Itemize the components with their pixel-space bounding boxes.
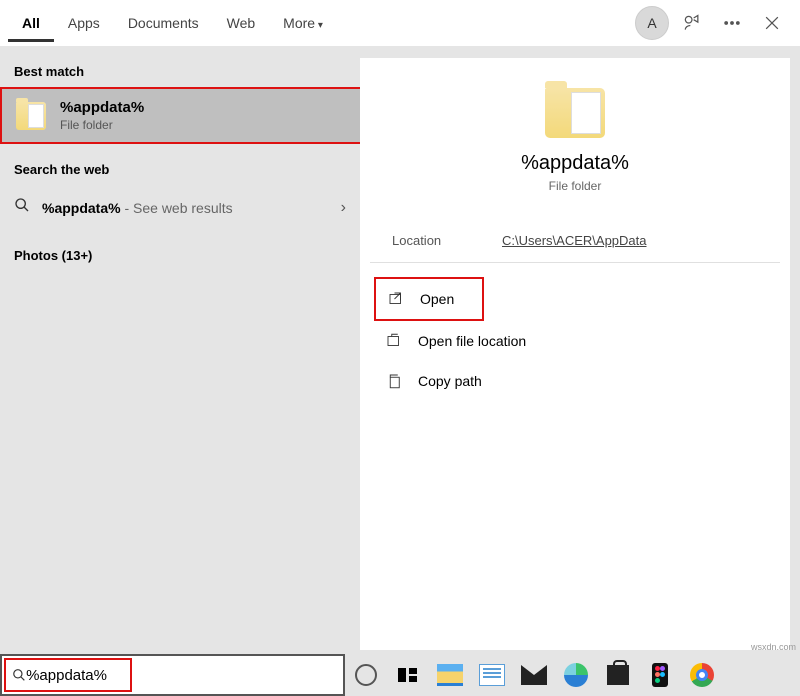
tab-more[interactable]: More [269,5,337,42]
file-explorer-icon[interactable] [435,660,465,690]
location-label: Location [392,233,502,248]
result-subtitle: File folder [60,118,144,132]
taskbar [345,654,800,696]
search-bar[interactable] [0,654,345,696]
best-match-result[interactable]: %appdata% File folder [0,87,360,144]
folder-icon-large [545,88,605,138]
search-icon [14,197,30,218]
web-query: %appdata% [42,200,121,216]
copy-icon [384,371,404,391]
open-icon [386,289,406,309]
location-icon [384,331,404,351]
location-path[interactable]: C:\Users\ACER\AppData [502,233,647,248]
open-file-location-action[interactable]: Open file location [374,321,776,361]
task-view-icon[interactable] [393,660,423,690]
photos-heading[interactable]: Photos (13+) [0,230,360,271]
best-match-heading: Best match [0,46,360,87]
tab-apps[interactable]: Apps [54,5,114,42]
folder-icon [16,102,46,130]
tab-all[interactable]: All [8,5,54,42]
web-suffix: - See web results [121,200,233,216]
result-title: %appdata% [60,99,144,116]
search-icon [12,667,26,683]
tab-web[interactable]: Web [213,5,270,42]
tab-documents[interactable]: Documents [114,5,213,42]
more-options-icon[interactable] [714,5,750,41]
feedback-icon[interactable] [674,5,710,41]
close-icon[interactable] [754,5,790,41]
detail-title: %appdata% [360,152,790,175]
cortana-icon[interactable] [351,660,381,690]
copy-path-action[interactable]: Copy path [374,361,776,401]
user-avatar[interactable]: A [634,5,670,41]
web-search-result[interactable]: %appdata% - See web results › [0,185,360,230]
copy-path-label: Copy path [418,373,482,389]
figma-icon[interactable] [645,660,675,690]
store-icon[interactable] [603,660,633,690]
watermark: wsxdn.com [751,642,796,652]
edge-icon[interactable] [561,660,591,690]
open-label: Open [420,291,454,307]
detail-panel: %appdata% File folder Location C:\Users\… [360,58,790,650]
wordpad-icon[interactable] [477,660,507,690]
avatar-letter: A [635,6,669,40]
chevron-right-icon: › [341,199,346,217]
open-location-label: Open file location [418,333,526,349]
open-action[interactable]: Open [374,277,484,321]
chrome-icon[interactable] [687,660,717,690]
filter-tabs: All Apps Documents Web More A [0,0,800,46]
results-panel: Best match %appdata% File folder Search … [0,46,360,650]
search-web-heading: Search the web [0,144,360,185]
search-input[interactable] [26,667,130,684]
detail-subtitle: File folder [360,179,790,193]
mail-icon[interactable] [519,660,549,690]
